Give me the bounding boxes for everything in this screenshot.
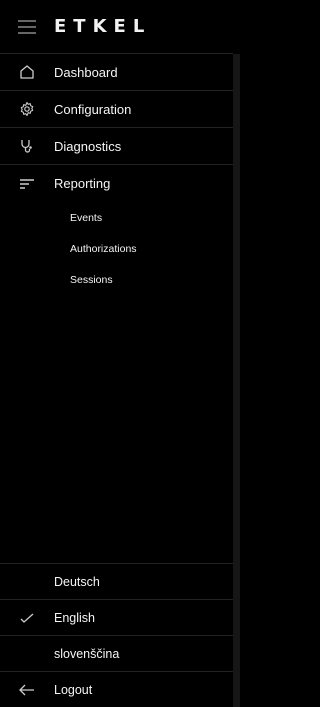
gear-icon — [0, 101, 54, 117]
nav-item-diagnostics[interactable]: Diagnostics — [0, 128, 233, 165]
stethoscope-icon — [0, 138, 54, 154]
nav-item-label: Reporting — [54, 176, 111, 191]
home-icon — [0, 64, 54, 80]
nav-item-configuration[interactable]: Configuration — [0, 91, 233, 128]
sidebar: ETKEL Dashboard Configuration Diagnostic… — [0, 0, 233, 707]
sub-item-events[interactable]: Events — [0, 202, 233, 233]
brand-logo: ETKEL — [54, 16, 152, 37]
app-shell: ETKEL Dashboard Configuration Diagnostic… — [0, 0, 240, 707]
nav-item-dashboard[interactable]: Dashboard — [0, 54, 233, 91]
nav-item-label: Configuration — [54, 101, 132, 117]
logout-button[interactable]: Logout — [0, 671, 233, 707]
language-label: slovenščina — [54, 646, 120, 661]
menu-toggle-button[interactable] — [0, 0, 54, 54]
list-icon — [0, 178, 54, 190]
language-label: English — [54, 610, 95, 625]
language-option-deutsch[interactable]: Deutsch — [0, 563, 233, 599]
hamburger-icon — [18, 19, 36, 34]
sidebar-header: ETKEL — [0, 0, 233, 54]
arrow-left-icon — [0, 684, 54, 696]
nav-item-label: Dashboard — [54, 64, 118, 80]
nav-item-reporting[interactable]: Reporting — [0, 165, 233, 202]
nav-item-label: Diagnostics — [54, 138, 122, 154]
scrollbar[interactable] — [233, 54, 240, 707]
sub-item-sessions[interactable]: Sessions — [0, 264, 233, 295]
language-label: Deutsch — [54, 574, 100, 589]
checkmark-icon — [0, 613, 54, 623]
logout-label: Logout — [54, 682, 93, 697]
sub-item-authorizations[interactable]: Authorizations — [0, 233, 233, 264]
language-option-slovenscina[interactable]: slovenščina — [0, 635, 233, 671]
language-option-english[interactable]: English — [0, 599, 233, 635]
sidebar-footer: Deutsch English slovenščina Logout — [0, 563, 233, 707]
